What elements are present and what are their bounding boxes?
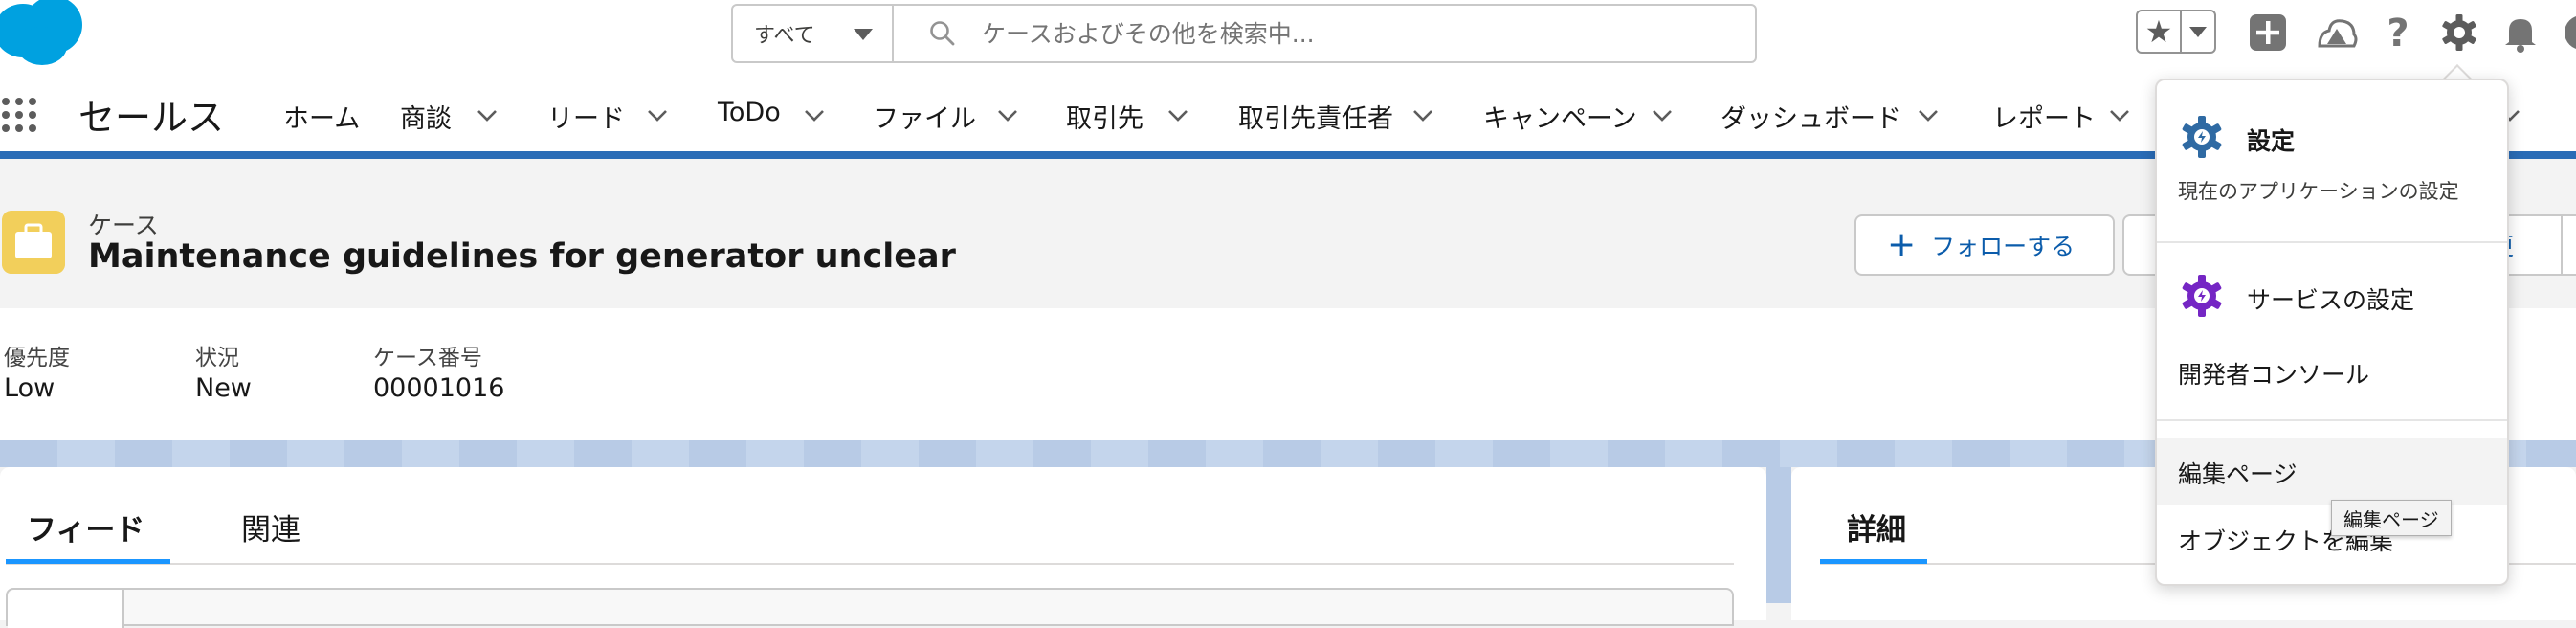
background-gutter (1766, 467, 1791, 603)
menu-item-developer-console[interactable]: 開発者コンソール (2178, 356, 2369, 391)
chevron-down-icon[interactable] (2109, 109, 2130, 123)
field-value-case-number: 00001016 (373, 373, 505, 403)
salesforce-logo-icon[interactable] (0, 0, 90, 69)
nav-item-reports[interactable]: レポート (1992, 98, 2096, 135)
star-icon[interactable]: ★ (2138, 11, 2182, 52)
chevron-down-icon[interactable] (647, 109, 668, 123)
chevron-down-icon[interactable] (804, 109, 825, 123)
menu-item-edit-page[interactable]: 編集ページ (2178, 456, 2298, 490)
feed-publisher[interactable] (6, 588, 1734, 628)
field-label-priority: 優先度 (4, 346, 70, 370)
tooltip: 編集ページ (2331, 500, 2452, 536)
tab-details[interactable]: 詳細 (1847, 505, 1906, 549)
nav-item-contacts[interactable]: 取引先責任者 (1238, 98, 1393, 135)
chevron-down-icon (2189, 26, 2207, 37)
menu-item-service-setup[interactable]: サービスの設定 (2247, 281, 2414, 316)
menu-item-setup-subtitle[interactable]: 現在のアプリケーションの設定 (2178, 176, 2459, 205)
active-tab-indicator (1820, 559, 1927, 564)
menu-divider (2157, 419, 2507, 421)
app-name: セールス (78, 97, 225, 139)
field-value-status: New (195, 373, 252, 403)
global-actions-plus-icon[interactable] (2245, 10, 2291, 56)
nav-item-home[interactable]: ホーム (283, 98, 360, 135)
user-avatar-icon[interactable] (2559, 10, 2576, 56)
field-label-status: 状況 (195, 346, 239, 370)
search-scope-select[interactable]: すべて (733, 6, 894, 61)
tab-feed[interactable]: フィード (27, 505, 144, 549)
nav-item-campaigns[interactable]: キャンペーン (1483, 98, 1637, 135)
page-title: Maintenance guidelines for generator unc… (88, 237, 956, 276)
search-scope-label: すべて (754, 24, 815, 48)
nav-item-accounts[interactable]: 取引先 (1066, 98, 1144, 135)
help-icon[interactable]: ? (2375, 10, 2421, 56)
menu-divider (2157, 241, 2507, 243)
chevron-down-icon[interactable] (1412, 109, 1433, 123)
nav-item-leads[interactable]: リード (547, 98, 625, 135)
favorites-list-button[interactable] (2182, 11, 2214, 52)
search-icon (930, 21, 955, 46)
record-object-label: ケース (88, 212, 159, 239)
service-setup-gear-icon (2182, 275, 2222, 317)
trailhead-icon[interactable] (2314, 10, 2360, 56)
follow-button[interactable]: + フォローする (1854, 214, 2115, 276)
chevron-down-icon[interactable] (1652, 109, 1673, 123)
svg-text:?: ? (2387, 11, 2409, 56)
nav-item-files[interactable]: ファイル (873, 98, 976, 135)
feed-card: フィード 関連 (0, 467, 1766, 628)
global-search: すべて (731, 4, 1757, 63)
chevron-down-icon[interactable] (1167, 109, 1188, 123)
field-label-case-number: ケース番号 (373, 346, 482, 370)
app-launcher-icon[interactable] (0, 96, 38, 134)
setup-gear-icon (2182, 116, 2222, 158)
nav-item-opportunities[interactable]: 商談 (400, 98, 452, 135)
nav-item-tasks[interactable]: ToDo (718, 98, 781, 127)
nav-item-dashboards[interactable]: ダッシュボード (1721, 98, 1901, 135)
chevron-down-icon[interactable] (997, 109, 1018, 123)
setup-gear-icon[interactable] (2436, 10, 2482, 56)
more-actions-button[interactable] (2561, 214, 2576, 276)
case-briefcase-icon (2, 211, 65, 274)
publisher-tab[interactable] (8, 590, 124, 628)
plus-icon: + (1887, 225, 1917, 264)
menu-item-setup[interactable]: 設定 (2247, 123, 2295, 157)
field-value-priority: Low (4, 373, 56, 403)
chevron-down-icon[interactable] (1918, 109, 1939, 123)
search-input[interactable] (980, 11, 1730, 56)
tab-bar-divider (6, 563, 1734, 565)
follow-button-label: フォローする (1931, 233, 2076, 260)
favorites-button-group[interactable]: ★ (2136, 10, 2216, 54)
tooltip-text: 編集ページ (2343, 507, 2439, 531)
notifications-bell-icon[interactable] (2498, 10, 2543, 56)
chevron-down-icon (854, 29, 873, 40)
active-tab-indicator (6, 559, 170, 564)
tab-related[interactable]: 関連 (241, 505, 300, 549)
chevron-down-icon[interactable] (477, 109, 498, 123)
global-header: すべて ★ ? (0, 0, 2576, 77)
